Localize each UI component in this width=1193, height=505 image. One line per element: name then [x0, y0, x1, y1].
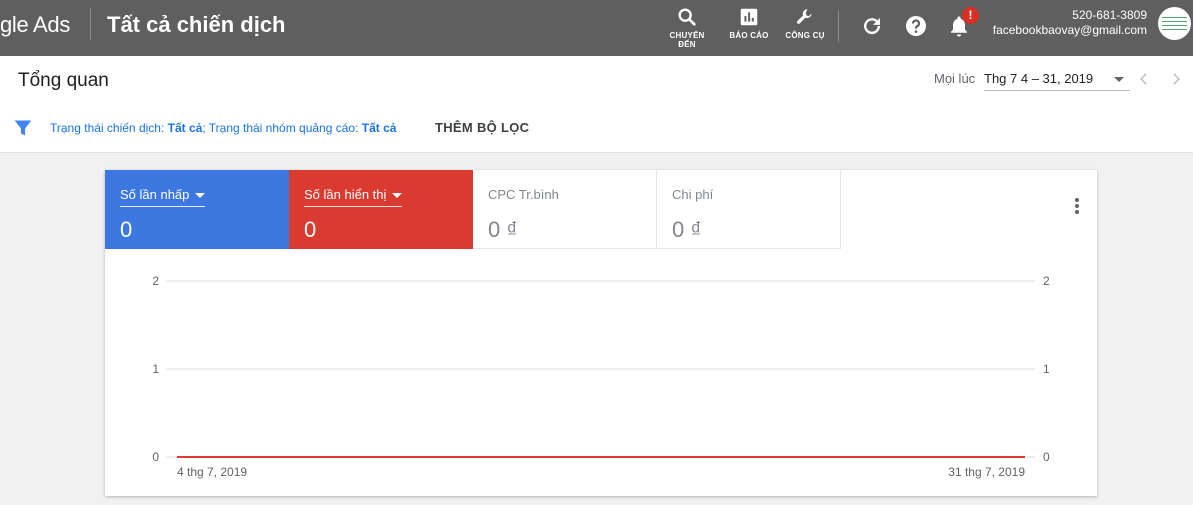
- metric-avg-cpc[interactable]: CPC Tr.bình 0 ₫: [473, 170, 657, 249]
- y2-axis-tick-label: 1: [1043, 362, 1050, 376]
- toolbar-divider: [838, 10, 839, 42]
- reports-icon: [740, 8, 758, 26]
- avatar[interactable]: [1158, 7, 1191, 40]
- metric-impressions-value: 0: [304, 217, 317, 242]
- account-id: 520-681-3809: [1072, 8, 1147, 22]
- metric-clicks-label: Số lần nhấp: [120, 187, 190, 202]
- metric-avg-cpc-value: 0 ₫: [488, 217, 518, 242]
- add-filter-button[interactable]: THÊM BỘ LỌC: [435, 120, 529, 135]
- metric-cost-value: 0 ₫: [672, 217, 702, 242]
- performance-line-chart: 0 1 2 0 1 2 4 thg 7, 2019 31 thg 7, 2019: [152, 274, 1050, 479]
- y-axis-tick-label: 0: [152, 450, 159, 464]
- goto-button[interactable]: CHUYỂN ĐẾN: [660, 6, 714, 49]
- metric-cost[interactable]: Chi phí 0 ₫: [657, 170, 841, 249]
- chevron-right-icon[interactable]: [1167, 70, 1185, 88]
- metric-clicks-value: 0: [120, 217, 133, 242]
- overview-chart-card: Số lần nhấp 0 Số lần hiển thị 0 CPC Tr.b…: [105, 170, 1097, 496]
- active-filters[interactable]: Trạng thái chiến dịch: Tất cả; Trạng thá…: [50, 121, 396, 135]
- campaign-status-label: Trạng thái chiến dịch:: [50, 121, 168, 135]
- brand-divider: [90, 8, 91, 40]
- search-icon: [678, 8, 696, 26]
- adgroup-status-label: Trạng thái nhóm quảng cáo:: [208, 121, 362, 135]
- account-email: facebookbaovay@gmail.com: [992, 23, 1147, 37]
- tools-button[interactable]: CÔNG CỤ: [784, 6, 826, 40]
- notification-badge: !: [962, 7, 979, 24]
- more-vert-icon[interactable]: [1071, 196, 1083, 216]
- top-bar: gle Ads Tất cả chiến dịch CHUYỂN ĐẾN BÁO…: [0, 0, 1193, 56]
- adgroup-status-value: Tất cả: [361, 121, 397, 135]
- metric-clicks[interactable]: Số lần nhấp 0: [105, 170, 289, 249]
- goto-label: CHUYỂN ĐẾN: [669, 31, 705, 49]
- chevron-left-icon[interactable]: [1135, 70, 1153, 88]
- y2-axis-tick-label: 0: [1043, 450, 1050, 464]
- overview-title: Tổng quan: [18, 70, 109, 91]
- filter-bar: Trạng thái chiến dịch: Tất cả; Trạng thá…: [0, 104, 1193, 153]
- tools-label: CÔNG CỤ: [785, 31, 825, 40]
- x-axis-tick-label: 4 thg 7, 2019: [177, 465, 247, 479]
- reports-button[interactable]: BÁO CÁO: [727, 6, 771, 40]
- caret-down-icon: [392, 193, 403, 199]
- metric-cost-label: Chi phí: [672, 187, 714, 202]
- y2-axis-tick-label: 2: [1043, 274, 1050, 288]
- campaign-status-value: Tất cả: [167, 121, 203, 135]
- refresh-icon[interactable]: [860, 14, 884, 38]
- y-axis-tick-label: 2: [152, 274, 159, 288]
- reports-label: BÁO CÁO: [729, 31, 769, 40]
- caret-down-icon: [195, 193, 206, 199]
- wrench-icon: [796, 9, 812, 24]
- chevron-down-icon: [1114, 77, 1124, 82]
- metric-impressions[interactable]: Số lần hiển thị 0: [289, 170, 473, 249]
- date-range-label: Mọi lúc: [934, 71, 976, 86]
- filter-icon[interactable]: [13, 118, 33, 138]
- x-axis-tick-label: 31 thg 7, 2019: [948, 465, 1025, 479]
- y-axis-tick-label: 1: [152, 362, 159, 376]
- date-range-value: Thg 7 4 – 31, 2019: [984, 71, 1094, 86]
- page-title: Tất cả chiến dịch: [107, 12, 286, 37]
- metric-avg-cpc-label: CPC Tr.bình: [488, 187, 559, 202]
- help-icon[interactable]: [904, 14, 928, 38]
- metric-impressions-label: Số lần hiển thị: [304, 187, 387, 202]
- brand-logo[interactable]: gle Ads: [0, 12, 70, 38]
- overview-bar: Tổng quan Mọi lúc Thg 7 4 – 31, 2019: [0, 56, 1193, 104]
- date-range-select[interactable]: Thg 7 4 – 31, 2019: [984, 64, 1130, 91]
